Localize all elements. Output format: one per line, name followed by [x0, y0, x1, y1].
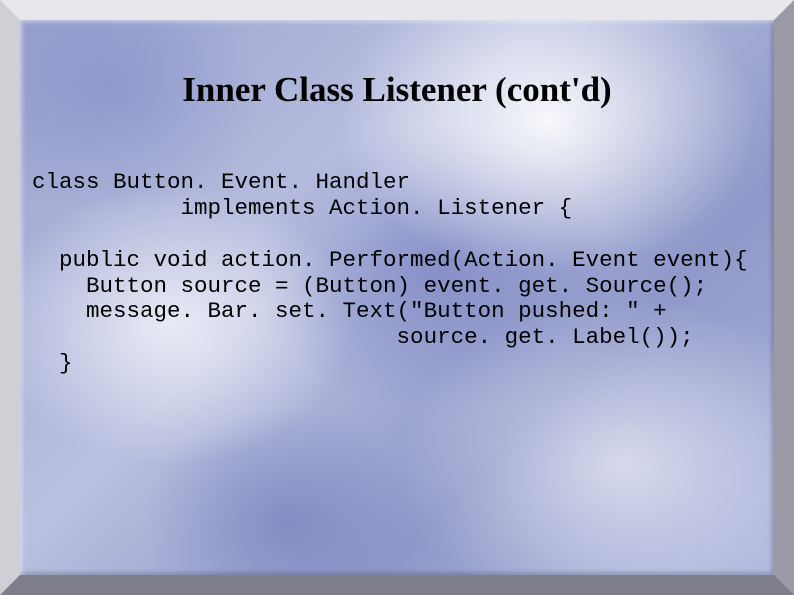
- slide-frame: Inner Class Listener (cont'd) class Butt…: [0, 0, 794, 595]
- slide-title: Inner Class Listener (cont'd): [20, 70, 774, 110]
- code-block: class Button. Event. Handler implements …: [32, 170, 748, 377]
